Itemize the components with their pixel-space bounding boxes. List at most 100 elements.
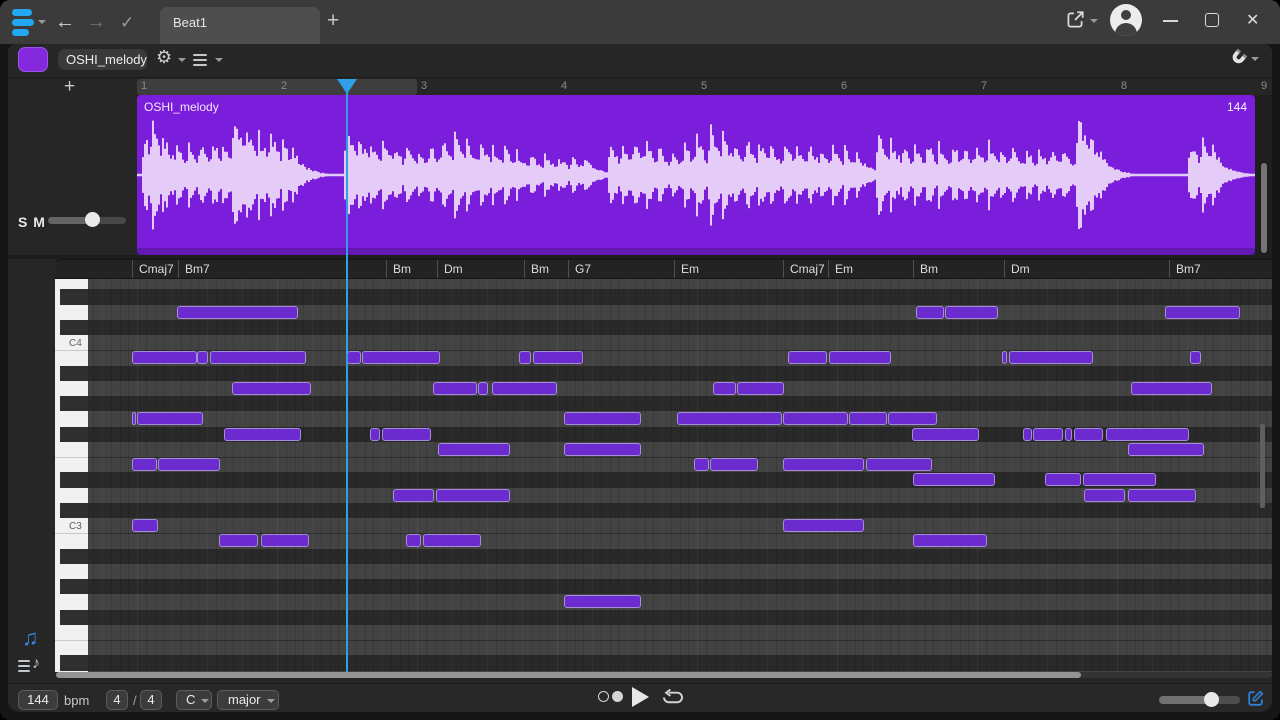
- step-dot-filled-icon[interactable]: [612, 691, 623, 702]
- midi-note[interactable]: [1128, 489, 1196, 502]
- piano-key-black[interactable]: [60, 655, 88, 670]
- midi-note[interactable]: [866, 458, 932, 471]
- ruler-selection-band[interactable]: [137, 79, 417, 95]
- midi-note[interactable]: [916, 306, 944, 319]
- chord-track[interactable]: Cmaj7Bm7BmDmBmG7EmCmaj7EmBmDmBm7: [55, 259, 1272, 279]
- list-options-icon[interactable]: [193, 54, 207, 69]
- midi-note[interactable]: [232, 382, 311, 395]
- piano-key-black[interactable]: [60, 503, 88, 518]
- midi-note[interactable]: [1190, 351, 1201, 364]
- piano-key-black[interactable]: [60, 579, 88, 594]
- midi-note[interactable]: [1023, 428, 1032, 441]
- midi-note[interactable]: [158, 458, 220, 471]
- bpm-value-field[interactable]: 144: [18, 690, 58, 710]
- midi-note[interactable]: [132, 412, 136, 425]
- midi-note[interactable]: [137, 412, 203, 425]
- chord-segment[interactable]: Dm: [1004, 260, 1169, 279]
- scale-select[interactable]: major: [217, 690, 279, 710]
- minimize-button[interactable]: [1163, 20, 1178, 22]
- midi-note[interactable]: [783, 458, 864, 471]
- midi-note[interactable]: [913, 534, 987, 547]
- midi-note[interactable]: [478, 382, 488, 395]
- midi-note[interactable]: [710, 458, 758, 471]
- logo-menu-chevron-icon[interactable]: [38, 20, 46, 24]
- midi-note[interactable]: [177, 306, 298, 319]
- midi-note[interactable]: [132, 519, 158, 532]
- chord-segment[interactable]: Cmaj7: [132, 260, 178, 279]
- midi-note[interactable]: [1045, 473, 1081, 486]
- midi-note[interactable]: [219, 534, 258, 547]
- save-check-button[interactable]: ✓: [120, 10, 134, 36]
- redo-forward-button[interactable]: →: [86, 9, 106, 35]
- midi-note[interactable]: [783, 412, 848, 425]
- midi-note[interactable]: [362, 351, 440, 364]
- chord-segment[interactable]: Bm: [386, 260, 437, 279]
- horizontal-scrollbar-thumb[interactable]: [56, 672, 1081, 678]
- gear-icon[interactable]: ⚙: [156, 47, 172, 68]
- midi-note[interactable]: [132, 351, 197, 364]
- chord-segment[interactable]: Em: [828, 260, 913, 279]
- piano-key-black[interactable]: [60, 427, 88, 442]
- midi-note[interactable]: [1131, 382, 1212, 395]
- midi-note[interactable]: [945, 306, 998, 319]
- chord-segment[interactable]: Dm: [437, 260, 524, 279]
- midi-note[interactable]: [1128, 443, 1204, 456]
- pianoroll-grid[interactable]: [88, 279, 1272, 672]
- export-chevron-icon[interactable]: [1090, 19, 1098, 23]
- undo-back-button[interactable]: ←: [55, 9, 75, 35]
- midi-note[interactable]: [564, 443, 641, 456]
- midi-note[interactable]: [423, 534, 481, 547]
- mute-button[interactable]: M: [33, 214, 46, 230]
- midi-note[interactable]: [1009, 351, 1093, 364]
- close-button[interactable]: ✕: [1246, 10, 1259, 30]
- midi-note[interactable]: [436, 489, 510, 502]
- playhead-marker-icon[interactable]: [337, 79, 357, 94]
- midi-note[interactable]: [261, 534, 309, 547]
- zoom-slider[interactable]: [1159, 696, 1240, 704]
- midi-note[interactable]: [1074, 428, 1103, 441]
- key-select[interactable]: C: [176, 690, 212, 710]
- chord-segment[interactable]: Bm7: [1169, 260, 1244, 279]
- zoom-slider-knob[interactable]: [1204, 692, 1219, 707]
- piano-keys[interactable]: C4C3: [55, 279, 88, 672]
- loop-button[interactable]: [660, 689, 686, 707]
- midi-note[interactable]: [913, 473, 995, 486]
- export-icon[interactable]: [1064, 9, 1086, 31]
- chord-segment[interactable]: Bm: [913, 260, 1004, 279]
- piano-key-black[interactable]: [60, 320, 88, 335]
- midi-note[interactable]: [519, 351, 531, 364]
- piano-key-black[interactable]: [60, 472, 88, 487]
- user-avatar[interactable]: [1110, 4, 1142, 36]
- timesig-denominator-field[interactable]: 4: [140, 690, 162, 710]
- track-color-swatch[interactable]: [18, 47, 48, 72]
- chord-segment[interactable]: Bm7: [178, 260, 386, 279]
- midi-note[interactable]: [788, 351, 827, 364]
- midi-note[interactable]: [1106, 428, 1189, 441]
- midi-note[interactable]: [533, 351, 583, 364]
- gear-chevron-icon[interactable]: [178, 58, 186, 62]
- midi-note[interactable]: [393, 489, 434, 502]
- midi-note[interactable]: [1065, 428, 1072, 441]
- midi-note[interactable]: [132, 458, 157, 471]
- midi-note[interactable]: [1083, 473, 1156, 486]
- midi-note[interactable]: [737, 382, 784, 395]
- midi-note[interactable]: [406, 534, 421, 547]
- midi-note[interactable]: [438, 443, 510, 456]
- midi-note[interactable]: [694, 458, 709, 471]
- edit-pencil-icon[interactable]: [1246, 689, 1265, 708]
- midi-note[interactable]: [1002, 351, 1007, 364]
- chord-segment[interactable]: G7: [568, 260, 674, 279]
- midi-note[interactable]: [888, 412, 937, 425]
- midi-note[interactable]: [1165, 306, 1240, 319]
- chord-segment[interactable]: Em: [674, 260, 783, 279]
- midi-note[interactable]: [713, 382, 736, 395]
- piano-key-black[interactable]: [60, 366, 88, 381]
- midi-note[interactable]: [492, 382, 557, 395]
- maximize-button[interactable]: [1205, 13, 1219, 27]
- midi-note[interactable]: [224, 428, 301, 441]
- track-name-field[interactable]: OSHI_melody: [58, 49, 147, 70]
- audio-clip[interactable]: OSHI_melody 144: [137, 95, 1255, 255]
- list-chevron-icon[interactable]: [215, 58, 223, 62]
- horizontal-scrollbar-track[interactable]: [56, 672, 1272, 678]
- midi-note[interactable]: [912, 428, 979, 441]
